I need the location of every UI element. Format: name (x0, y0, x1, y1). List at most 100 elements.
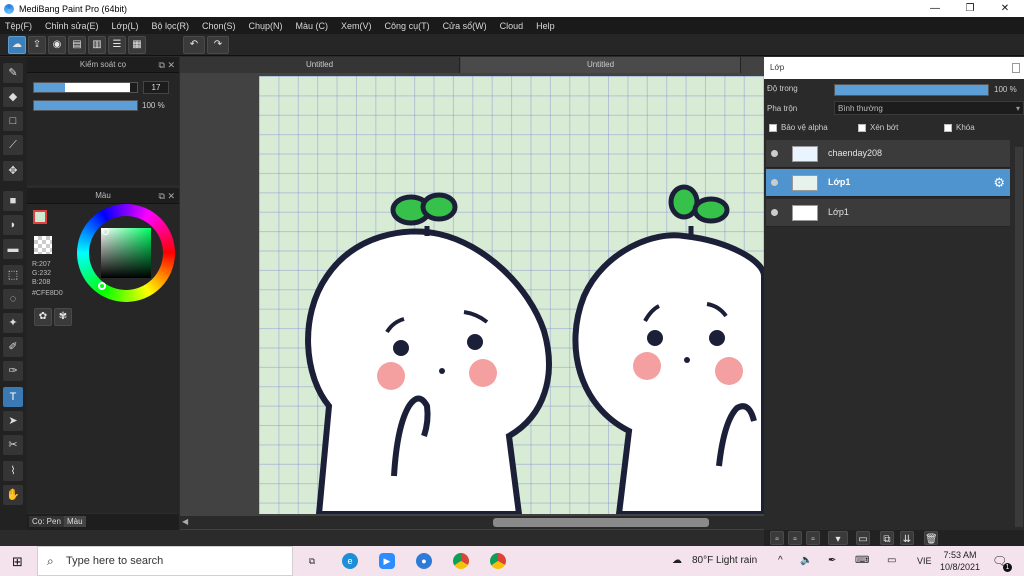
visibility-icon[interactable] (771, 209, 778, 216)
rect-fill-tool-icon[interactable]: ■ (3, 191, 23, 211)
share-icon[interactable]: ⇪ (28, 36, 46, 54)
select-pen-tool-icon[interactable]: ✐ (3, 337, 23, 357)
palette-add-icon[interactable]: ✾ (54, 308, 72, 326)
chat-icon[interactable]: ▤ (68, 36, 86, 54)
drawing-canvas[interactable] (259, 76, 764, 514)
trash-icon[interactable]: 🗑 (924, 531, 938, 545)
tab-color[interactable]: Màu (64, 516, 86, 527)
list-icon[interactable]: ☰ (108, 36, 126, 54)
brush-size-slider[interactable] (33, 82, 138, 93)
display-icon[interactable]: ▭ (887, 546, 896, 576)
menu-tools[interactable]: Công cụ(T) (385, 21, 430, 31)
gradient-tool-icon[interactable]: ▬ (3, 239, 23, 259)
zoom-app-icon[interactable]: ▶ (379, 553, 395, 569)
layer-opacity-slider[interactable] (834, 84, 989, 96)
volume-icon[interactable]: 🔈 (800, 546, 812, 576)
eyedropper-tool-icon[interactable]: ⌇ (3, 461, 23, 481)
panel-close-icon[interactable]: ⧉ ✕ (159, 57, 175, 73)
brush-tool-icon[interactable]: ✎ (3, 63, 23, 83)
select-eraser-tool-icon[interactable]: ✑ (3, 361, 23, 381)
scrollbar-thumb[interactable] (493, 518, 709, 527)
menu-cloud[interactable]: Cloud (500, 21, 524, 31)
visibility-icon[interactable] (771, 150, 778, 157)
lock-checkbox[interactable] (944, 123, 952, 132)
operation-tool-icon[interactable]: ➤ (3, 411, 23, 431)
layer-item[interactable]: Lớp1 (766, 199, 1010, 227)
visibility-icon[interactable] (771, 179, 778, 186)
lasso-tool-icon[interactable]: ◌ (3, 289, 23, 309)
transparent-color-swatch[interactable] (34, 236, 52, 254)
current-color-swatch[interactable] (33, 210, 47, 224)
brush-size-value[interactable]: 17 (143, 81, 169, 94)
new-layer-icon[interactable]: ▫ (770, 531, 784, 545)
divide-tool-icon[interactable]: ✂ (3, 435, 23, 455)
weather-text[interactable]: 80°F Light rain (692, 546, 757, 576)
chrome-profile-icon[interactable] (490, 553, 506, 569)
tab-brush[interactable]: Cọ: Pen (29, 516, 64, 527)
rect-select-tool-icon[interactable]: ⬚ (3, 265, 23, 285)
language-indicator[interactable]: VIE (917, 546, 932, 576)
add-layer-menu-icon[interactable]: ▾ (828, 531, 848, 545)
undo-button[interactable]: ↶ (183, 36, 205, 54)
layer-item-selected[interactable]: Lớp1 ⚙ (766, 169, 1010, 197)
duplicate-layer-icon[interactable]: ⧉ (880, 531, 894, 545)
comment-icon[interactable]: ◉ (48, 36, 66, 54)
hue-wheel[interactable] (77, 204, 175, 302)
sv-picker-marker[interactable] (102, 228, 109, 235)
layer-item[interactable]: chaenday208 (766, 140, 1010, 168)
keyboard-icon[interactable]: ⌨ (855, 546, 869, 576)
layer-scrollbar[interactable] (1015, 147, 1023, 527)
magic-wand-tool-icon[interactable]: ✦ (3, 313, 23, 333)
hand-tool-icon[interactable]: ✋ (3, 485, 23, 505)
document-tab-1[interactable]: Untitled (180, 57, 460, 73)
grid-icon[interactable]: ▦ (128, 36, 146, 54)
menu-window[interactable]: Cửa sổ(W) (443, 21, 487, 31)
taskbar-search-box[interactable]: ⌕ Type here to search (37, 546, 293, 576)
close-button[interactable]: ✕ (988, 0, 1022, 17)
palette-icon[interactable]: ✿ (34, 308, 52, 326)
pen-icon[interactable]: ✒ (828, 546, 836, 576)
task-view-icon[interactable]: ⧉ (304, 553, 320, 569)
text-tool-icon[interactable]: T (3, 387, 23, 407)
medibang-taskbar-icon[interactable]: ● (416, 553, 432, 569)
bucket-tool-icon[interactable]: ◗ (3, 215, 23, 235)
new-halftone-layer-icon[interactable]: ▫ (788, 531, 802, 545)
clock[interactable]: 7:53 AM 10/8/2021 (940, 549, 980, 573)
tray-chevron-icon[interactable]: ^ (778, 546, 783, 576)
merge-down-icon[interactable]: ⇊ (900, 531, 914, 545)
clipping-checkbox[interactable] (858, 123, 866, 132)
windows-start-icon[interactable]: ⊞ (12, 554, 23, 570)
eraser-tool-icon[interactable]: ◆ (3, 87, 23, 107)
menu-color[interactable]: Màu (C) (296, 21, 329, 31)
weather-icon[interactable]: ☁ (672, 546, 682, 576)
document-tab-2[interactable]: Untitled (461, 57, 741, 73)
maximize-button[interactable]: ❐ (953, 0, 987, 17)
menu-filter[interactable]: Bộ lọc(R) (151, 21, 189, 31)
edge-browser-icon[interactable]: e (342, 553, 358, 569)
menu-snap[interactable]: Chụp(N) (249, 21, 283, 31)
menu-view[interactable]: Xem(V) (341, 21, 372, 31)
menu-help[interactable]: Help (536, 21, 555, 31)
panel-resize-icon[interactable] (1012, 63, 1020, 73)
stroke-tool-icon[interactable]: ⟋ (3, 135, 23, 155)
scroll-left-icon[interactable]: ◀ (182, 517, 188, 526)
saturation-value-square[interactable] (101, 228, 151, 278)
move-tool-icon[interactable]: ✥ (3, 161, 23, 181)
page-icon[interactable]: ▥ (88, 36, 106, 54)
horizontal-scrollbar[interactable]: ◀ (180, 516, 764, 529)
panel-close-icon[interactable]: ⧉ ✕ (159, 188, 175, 204)
brush-opacity-slider[interactable] (33, 100, 138, 111)
menu-file[interactable]: Tệp(F) (5, 21, 32, 31)
blend-mode-select[interactable]: Bình thường ▾ (834, 101, 1024, 115)
protect-alpha-checkbox[interactable] (769, 123, 777, 132)
menu-edit[interactable]: Chỉnh sửa(E) (45, 21, 99, 31)
redo-button[interactable]: ↷ (207, 36, 229, 54)
minimize-button[interactable]: — (918, 0, 952, 17)
new-1bit-layer-icon[interactable]: ▫ (806, 531, 820, 545)
folder-icon[interactable]: ▭ (856, 531, 870, 545)
cloud-icon[interactable]: ☁ (8, 36, 26, 54)
menu-layer[interactable]: Lớp(L) (112, 21, 139, 31)
gear-icon[interactable]: ⚙ (993, 175, 1005, 191)
hue-picker-marker[interactable] (98, 282, 106, 290)
menu-select[interactable]: Chọn(S) (202, 21, 236, 31)
